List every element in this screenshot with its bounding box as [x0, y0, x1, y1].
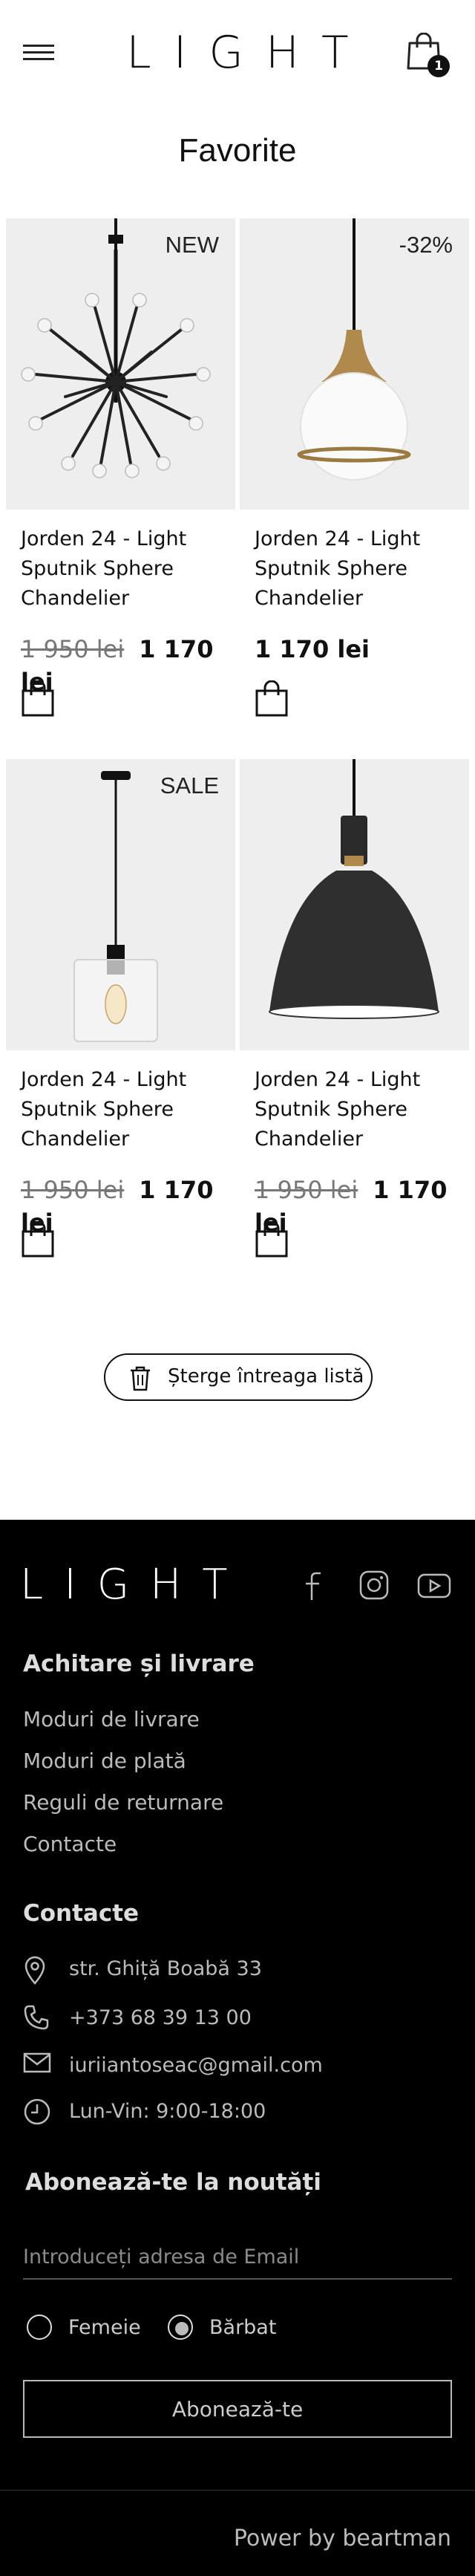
radio-circle — [27, 2315, 52, 2340]
footer-link-returns[interactable]: Reguli de returnare — [23, 1790, 223, 1815]
add-to-cart-button[interactable] — [21, 1220, 55, 1258]
current-price: 1 170 lei — [255, 635, 370, 663]
product-image-sputnik-chandelier[interactable]: NEW — [6, 218, 235, 510]
radio-label-male: Bărbat — [209, 2316, 277, 2339]
product-image-dome-pendant[interactable] — [240, 759, 469, 1050]
email-text[interactable]: iuriiantoseac@gmail.com — [69, 2054, 323, 2077]
old-price: 1 950 lei — [21, 635, 125, 663]
gender-radio-female[interactable]: Femeie — [27, 2315, 145, 2341]
radio-circle-selected — [168, 2315, 193, 2340]
page-title: Favorite — [178, 132, 297, 169]
cart-count-badge: 1 — [428, 55, 450, 77]
clear-list-button[interactable]: Șterge întreaga listă — [104, 1353, 373, 1401]
add-to-cart-button[interactable] — [255, 680, 289, 718]
footer-credit[interactable]: Power by beartman — [234, 2525, 451, 2551]
mail-icon — [23, 2052, 51, 2073]
old-price: 1 950 lei — [255, 1176, 358, 1204]
add-to-cart-button[interactable] — [21, 680, 55, 718]
gender-radio-male[interactable]: Bărbat — [168, 2315, 286, 2341]
product-image-glass-cylinder-pendant[interactable]: SALE — [6, 759, 235, 1050]
site-logo[interactable]: LIGHT — [0, 27, 475, 79]
footer-divider — [0, 2490, 475, 2491]
clear-list-label: Șterge întreaga listă — [168, 1365, 364, 1388]
product-card[interactable]: NEW Jorden 24 - Light Sputnik Sphere Cha… — [6, 218, 235, 718]
footer-link-payment[interactable]: Moduri de plată — [23, 1749, 186, 1773]
phone-icon — [24, 2005, 49, 2030]
clock-icon — [24, 2098, 50, 2125]
facebook-icon[interactable] — [303, 1570, 324, 1601]
footer-logo[interactable]: LIGHT — [20, 1561, 248, 1609]
subscribe-button[interactable]: Abonează-te — [23, 2380, 452, 2438]
product-name[interactable]: Jorden 24 - Light Sputnik Sphere Chandel… — [240, 524, 448, 614]
newsletter-email-input[interactable] — [23, 2235, 452, 2280]
product-card[interactable]: -32% Jorden 24 - Light Sputnik Sphere Ch… — [240, 218, 469, 718]
shopping-bag-icon — [22, 1220, 54, 1258]
product-prices: 1 950 lei 1 170 lei — [240, 1174, 469, 1237]
trash-icon — [131, 1366, 150, 1391]
hours-text: Lun-Vin: 9:00-18:00 — [69, 2100, 266, 2123]
newsletter-heading: Abonează-te la noutăți — [25, 2169, 321, 2196]
product-card[interactable]: Jorden 24 - Light Sputnik Sphere Chandel… — [240, 759, 469, 1258]
site-footer: LIGHT Achitare și livrare Moduri de livr… — [0, 1520, 475, 2576]
product-name[interactable]: Jorden 24 - Light Sputnik Sphere Chandel… — [6, 1065, 214, 1154]
product-card[interactable]: SALE Jorden 24 - Light Sputnik Sphere Ch… — [6, 759, 235, 1258]
address-text: str. Ghiță Boabă 33 — [69, 1957, 262, 1980]
instagram-icon[interactable] — [359, 1570, 389, 1600]
product-prices: 1 170 lei — [240, 633, 469, 666]
cart-button[interactable]: 1 — [407, 32, 450, 79]
payment-heading: Achitare și livrare — [23, 1650, 255, 1677]
contacts-heading: Contacte — [23, 1900, 140, 1927]
add-to-cart-button[interactable] — [255, 1220, 289, 1258]
youtube-icon[interactable] — [417, 1573, 451, 1598]
product-name[interactable]: Jorden 24 - Light Sputnik Sphere Chandel… — [240, 1065, 448, 1154]
product-badge: -32% — [399, 232, 453, 258]
product-name[interactable]: Jorden 24 - Light Sputnik Sphere Chandel… — [6, 524, 214, 614]
site-header: LIGHT 1 — [0, 0, 475, 111]
shopping-bag-icon — [255, 1220, 288, 1258]
shopping-bag-icon — [22, 680, 54, 717]
product-prices: 1 950 lei 1 170 lei — [6, 1174, 235, 1237]
product-prices: 1 950 lei 1 170 lei — [6, 633, 235, 696]
product-image-globe-pendant[interactable]: -32% — [240, 218, 469, 510]
radio-label-female: Femeie — [68, 2316, 141, 2339]
old-price: 1 950 lei — [21, 1176, 125, 1204]
product-badge: NEW — [165, 232, 219, 258]
footer-link-contacts[interactable]: Contacte — [23, 1832, 117, 1856]
shopping-bag-icon — [255, 680, 288, 717]
product-badge: SALE — [160, 773, 219, 799]
phone-text[interactable]: +373 68 39 13 00 — [69, 2006, 252, 2029]
location-pin-icon — [24, 1956, 45, 1985]
footer-link-delivery[interactable]: Moduri de livrare — [23, 1707, 200, 1731]
